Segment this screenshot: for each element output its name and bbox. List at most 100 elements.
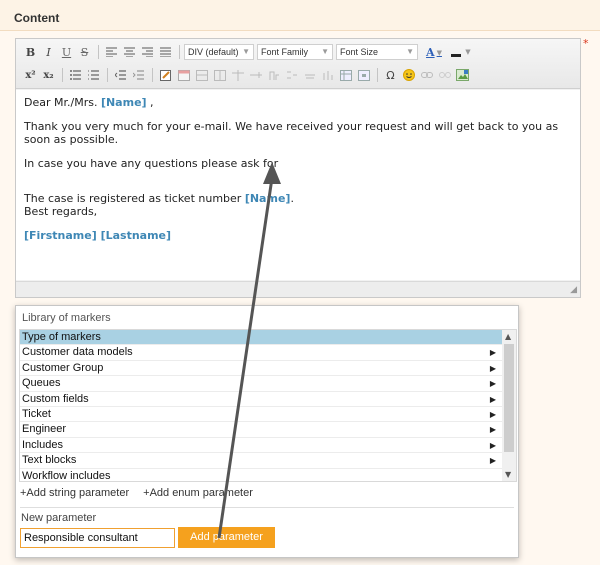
toolbar-row-2: x² x₂ Ω (22, 65, 472, 85)
parameter-actions: +Add string parameter +Add enum paramete… (20, 487, 267, 499)
link-icon[interactable] (418, 66, 435, 84)
chevron-right-icon: ▶ (489, 440, 496, 450)
font-color-label: A (426, 45, 435, 59)
font-size-select[interactable]: Font Size ▼ (336, 44, 418, 60)
align-right-icon[interactable] (139, 43, 156, 61)
chevron-right-icon: ▶ (489, 409, 496, 419)
resize-grip-icon[interactable]: ◢ (570, 285, 577, 295)
greeting-line: Dear Mr./Mrs. [Name] , (24, 96, 572, 109)
highlight-color-button[interactable]: ▼ (448, 43, 474, 61)
delete-col-icon[interactable] (319, 66, 336, 84)
scrollbar-thumb[interactable] (504, 344, 514, 452)
split-cell-icon[interactable] (229, 66, 246, 84)
font-color-button[interactable]: A ▼ (421, 43, 447, 61)
new-parameter-input[interactable] (20, 528, 175, 548)
chevron-right-icon: ▶ (489, 456, 496, 466)
add-enum-parameter-link[interactable]: +Add enum parameter (143, 487, 253, 499)
edit-icon[interactable] (157, 66, 174, 84)
toolbar-separator (179, 45, 180, 59)
name-marker[interactable]: [Name] (101, 96, 147, 109)
indent-icon[interactable] (130, 66, 147, 84)
align-left-icon[interactable] (103, 43, 120, 61)
ticket-suffix: . (290, 192, 294, 205)
font-family-select[interactable]: Font Family ▼ (257, 44, 333, 60)
table-props-icon[interactable] (337, 66, 354, 84)
align-center-icon[interactable] (121, 43, 138, 61)
table-row-icon[interactable] (193, 66, 210, 84)
scroll-down-icon[interactable]: ▼ (505, 470, 511, 479)
align-justify-icon[interactable] (157, 43, 174, 61)
greeting-suffix: , (146, 96, 154, 109)
unlink-icon[interactable] (436, 66, 453, 84)
toolbar-separator (62, 68, 63, 82)
list-item-type-of-markers[interactable]: Type of markers (20, 330, 502, 346)
merge-cells-icon[interactable] (283, 66, 300, 84)
divider (20, 507, 514, 508)
italic-button[interactable]: I (40, 43, 57, 61)
list-item[interactable]: Text blocks ▶ (20, 453, 502, 469)
toolbar-separator (107, 68, 108, 82)
cell-props-icon[interactable] (355, 66, 372, 84)
numbered-list-icon[interactable] (85, 66, 102, 84)
chevron-down-icon: ▼ (321, 47, 329, 56)
signature-marker[interactable]: [Firstname] [Lastname] (24, 229, 572, 242)
delete-row-icon[interactable] (301, 66, 318, 84)
content-section-header: Content (0, 0, 600, 31)
list-item[interactable]: Ticket ▶ (20, 407, 502, 423)
bullet-list-icon[interactable] (67, 66, 84, 84)
chevron-right-icon: ▶ (489, 394, 496, 404)
marker-library-panel: Library of markers Type of markers Custo… (15, 305, 519, 558)
insert-row-icon[interactable] (247, 66, 264, 84)
special-char-button[interactable]: Ω (382, 66, 399, 84)
toolbar-separator (98, 45, 99, 59)
body-paragraph-1: Thank you very much for your e-mail. We … (24, 120, 559, 146)
add-string-parameter-link[interactable]: +Add string parameter (20, 487, 129, 499)
chevron-right-icon: ▶ (489, 363, 496, 373)
editor-content[interactable]: Dear Mr./Mrs. [Name] , Thank you very mu… (16, 90, 580, 280)
outdent-icon[interactable] (112, 66, 129, 84)
chevron-down-icon: ▼ (465, 48, 471, 56)
closing-line: Best regards, (24, 205, 98, 218)
chevron-down-icon: ▼ (242, 47, 250, 56)
editor-toolbar: B I U S DIV (default) ▼ Font Family ▼ Fo… (16, 39, 580, 89)
list-item[interactable]: Workflow includes (20, 469, 502, 481)
library-title: Library of markers (22, 312, 111, 324)
list-item[interactable]: Includes ▶ (20, 438, 502, 454)
add-parameter-button[interactable]: Add parameter (178, 527, 275, 548)
list-item-label: Queues (22, 377, 61, 390)
ticket-name-marker[interactable]: [Name] (245, 192, 291, 205)
strikethrough-button[interactable]: S (76, 43, 93, 61)
marker-list: Type of markers Customer data models ▶ Cu… (19, 329, 517, 482)
insert-col-icon[interactable] (265, 66, 282, 84)
new-parameter-label: New parameter (21, 512, 97, 524)
body-paragraph-2: In case you have any questions please as… (24, 157, 279, 170)
required-marker: * (583, 37, 589, 50)
toolbar-separator (152, 68, 153, 82)
image-icon[interactable] (454, 66, 471, 84)
list-scrollbar[interactable]: ▲ ▼ (502, 330, 516, 481)
ticket-line: The case is registered as ticket number … (24, 192, 572, 205)
list-item-label: Type of markers (22, 331, 101, 343)
list-item[interactable]: Queues ▶ (20, 376, 502, 392)
superscript-button[interactable]: x² (22, 66, 39, 84)
underline-button[interactable]: U (58, 43, 75, 61)
list-item[interactable]: Engineer ▶ (20, 422, 502, 438)
emoticon-icon[interactable] (400, 66, 417, 84)
greeting-text: Dear Mr./Mrs. (24, 96, 101, 109)
format-select[interactable]: DIV (default) ▼ (184, 44, 254, 60)
subscript-button[interactable]: x₂ (40, 66, 57, 84)
list-item[interactable]: Customer data models ▶ (20, 345, 502, 361)
font-family-select-value: Font Family (261, 47, 309, 57)
table-insert-icon[interactable] (175, 66, 192, 84)
chevron-right-icon: ▶ (489, 425, 496, 435)
chevron-down-icon: ▼ (436, 47, 442, 57)
ticket-text: The case is registered as ticket number (24, 192, 245, 205)
table-col-icon[interactable] (211, 66, 228, 84)
bold-button[interactable]: B (22, 43, 39, 61)
font-size-select-value: Font Size (340, 47, 379, 57)
list-item[interactable]: Custom fields ▶ (20, 392, 502, 407)
scroll-up-icon[interactable]: ▲ (505, 332, 511, 341)
rich-text-editor: B I U S DIV (default) ▼ Font Family ▼ Fo… (15, 38, 581, 298)
list-item[interactable]: Customer Group ▶ (20, 361, 502, 377)
